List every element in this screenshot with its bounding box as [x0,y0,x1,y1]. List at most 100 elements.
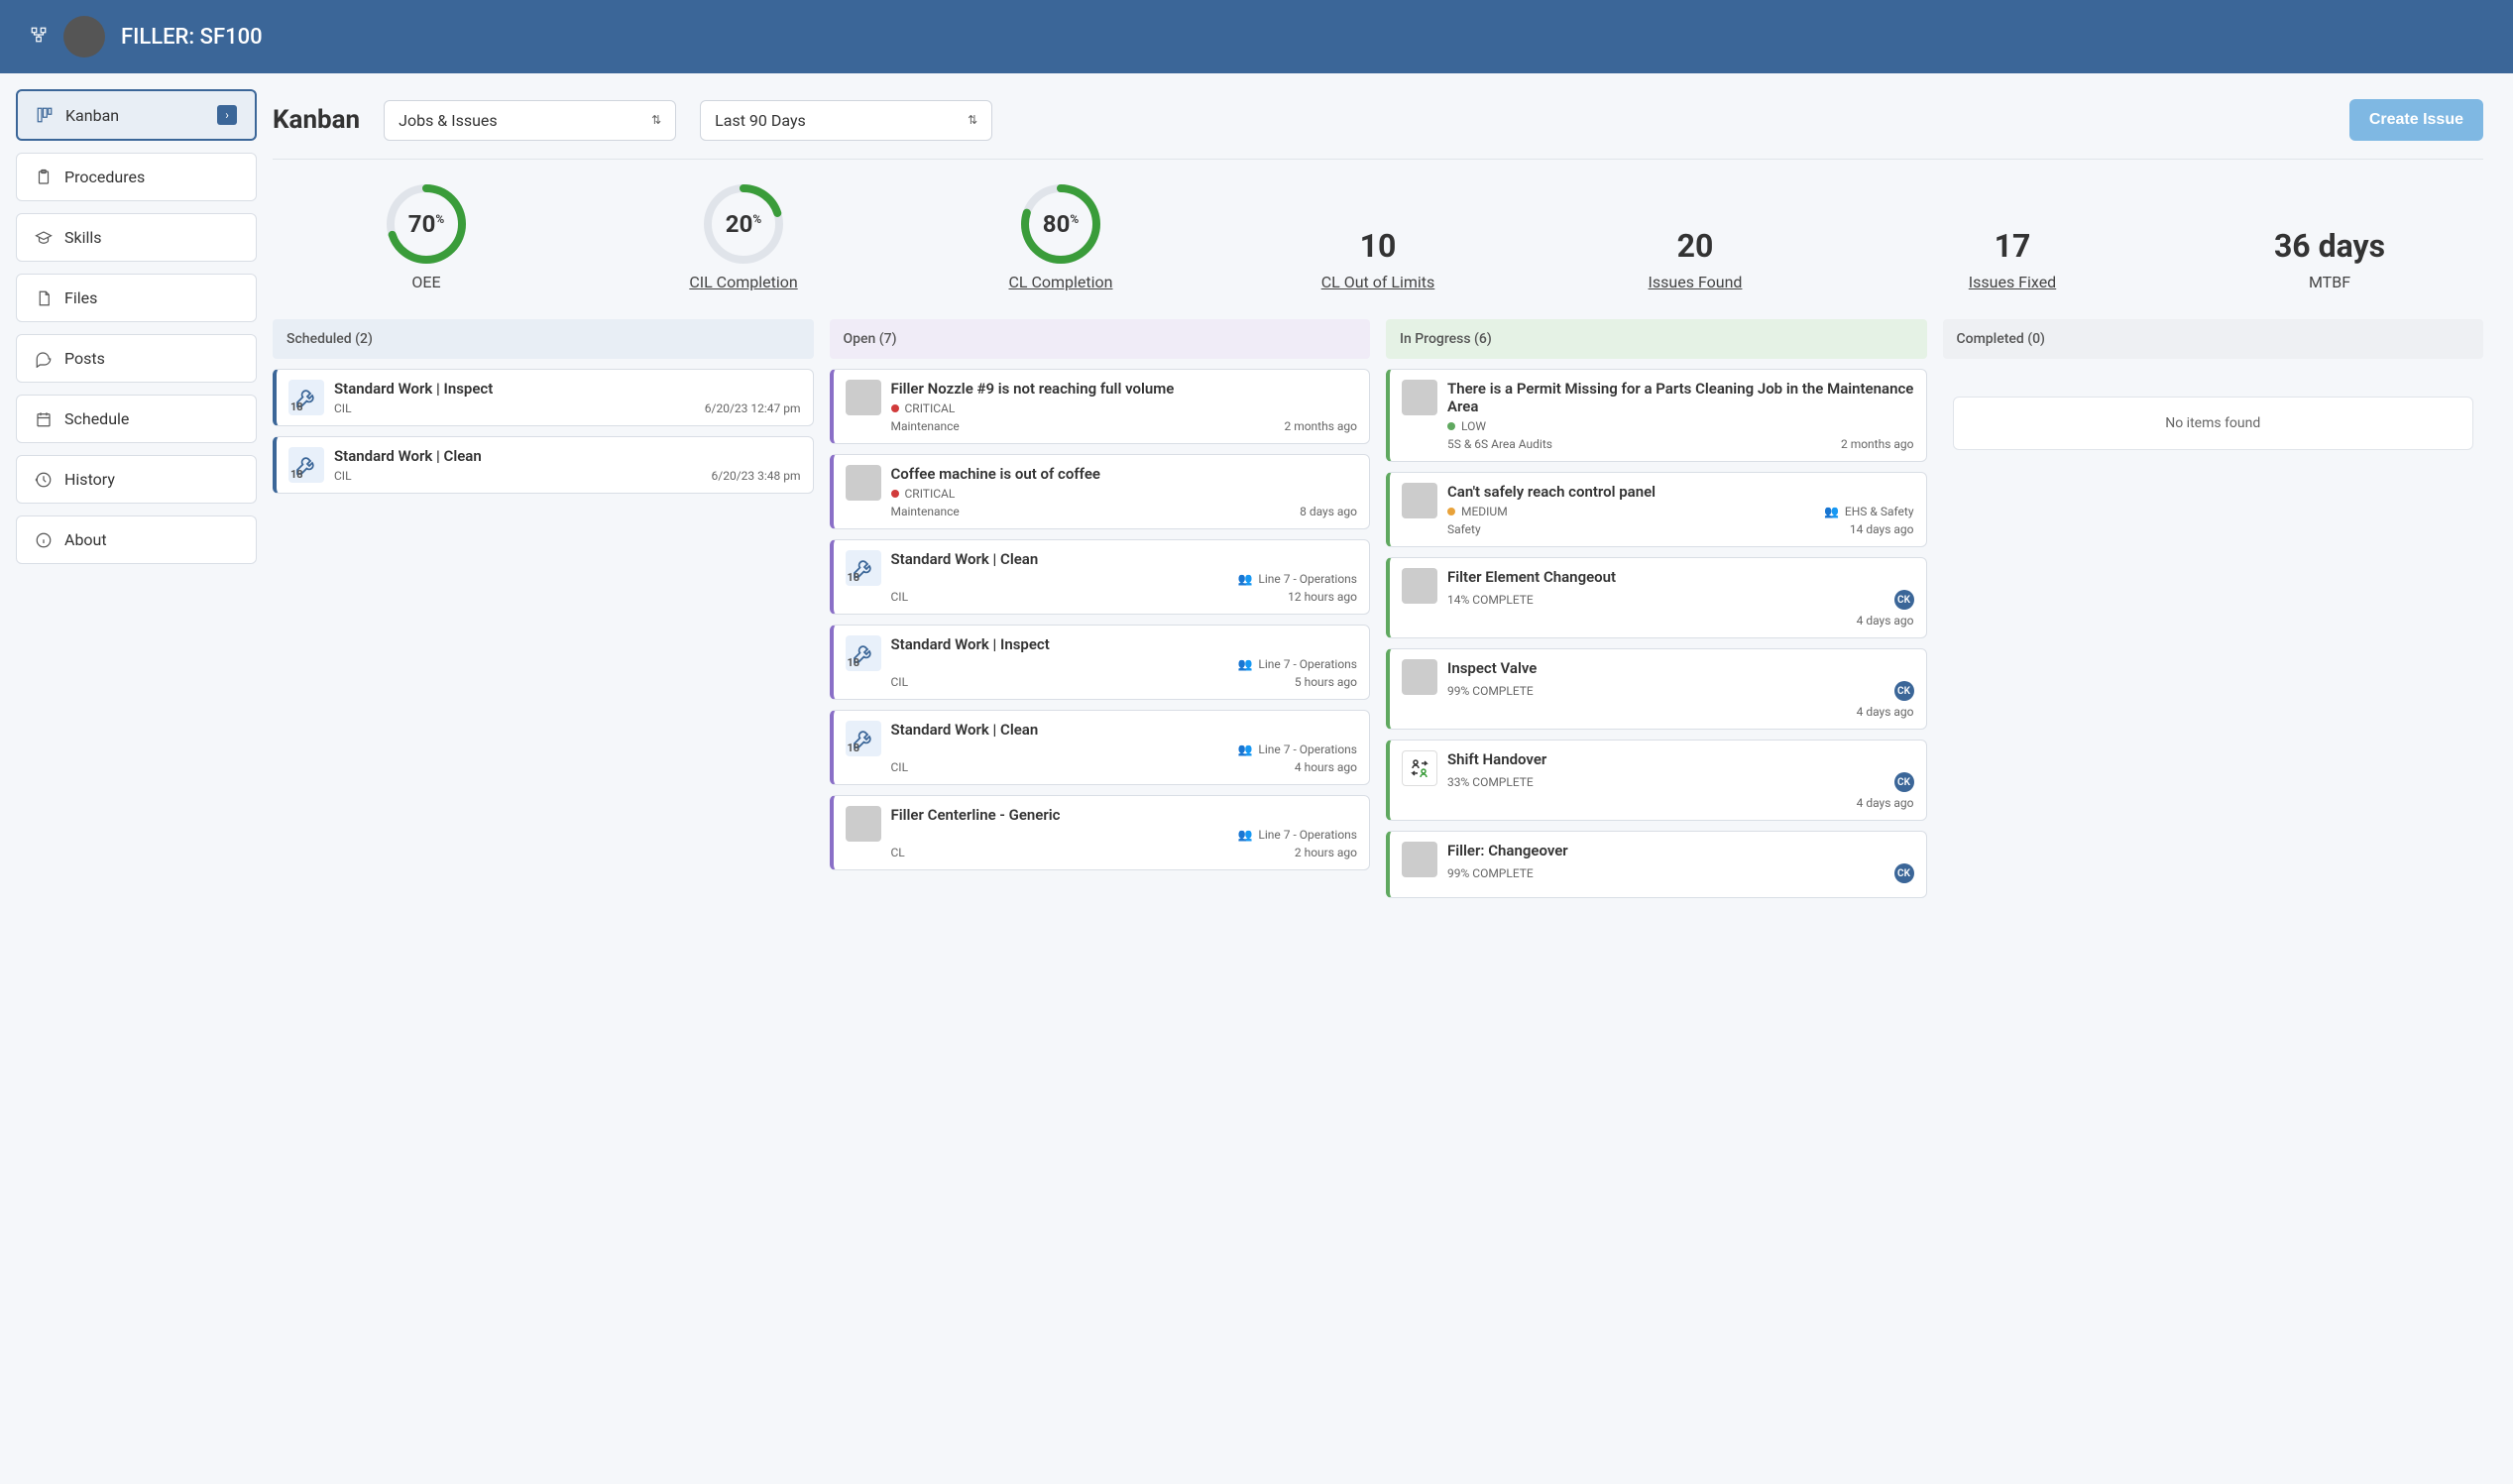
thumbnail [846,806,881,842]
card-category: CIL [891,760,909,774]
card-timestamp: 6/20/23 3:48 pm [712,469,801,483]
metric-value: 17 [1995,227,2031,265]
card-timestamp: 8 days ago [1300,505,1357,518]
sidebar-label: Posts [64,349,105,368]
kanban-column-completed: Completed (0)No items found [1943,319,2484,898]
card-category: CIL [334,401,352,415]
app-header: FILLER: SF100 [0,0,2513,73]
card-category: CIL [891,590,909,604]
progress-text: 99% COMPLETE [1447,866,1534,880]
priority-badge: CRITICAL [891,401,956,415]
kanban-board: Scheduled (2)Standard Work | InspectCIL6… [273,319,2483,898]
card-title: Inspect Valve [1447,659,1914,677]
sidebar: Kanban› Procedures Skills Files Posts Schedul… [0,73,273,914]
card-timestamp: 12 hours ago [1288,590,1357,604]
content-title: Kanban [273,105,360,135]
tree-icon[interactable] [30,26,48,49]
thumbnail [1402,568,1437,604]
card-category: Maintenance [891,419,960,433]
card-title: Standard Work | Clean [891,721,1358,739]
filter-range-value: Last 90 Days [715,111,806,130]
card-title: Standard Work | Clean [891,550,1358,568]
sidebar-item-procedures[interactable]: Procedures [16,153,257,201]
card-title: Standard Work | Clean [334,447,801,465]
priority-dot-icon [891,404,899,412]
kanban-card[interactable]: Standard Work | Inspect👥Line 7 - Operati… [830,625,1371,700]
kanban-card[interactable]: Standard Work | InspectCIL6/20/23 12:47 … [273,369,814,426]
card-title: Filler: Changeover [1447,842,1914,859]
team-icon: 👥 [1237,572,1252,586]
metric-label: MTBF [2309,273,2350,291]
sidebar-item-schedule[interactable]: Schedule [16,395,257,443]
wrench-icon [288,447,324,483]
page-title: FILLER: SF100 [121,25,263,50]
card-timestamp: 4 days ago [1857,614,1914,628]
create-issue-button[interactable]: Create Issue [2349,99,2483,141]
sidebar-item-posts[interactable]: Posts [16,334,257,383]
metric-cl-out-of-limits[interactable]: 10CL Out of Limits [1224,227,1532,291]
sidebar-label: Files [64,288,97,307]
card-title: Filler Centerline - Generic [891,806,1358,824]
metric-cil-completion[interactable]: 20%CIL Completion [590,183,897,291]
kanban-card[interactable]: Standard Work | Clean👥Line 7 - Operation… [830,539,1371,615]
column-header: In Progress (6) [1386,319,1927,359]
metric-label: Issues Found [1649,273,1743,291]
content: Kanban Jobs & Issues ⇅ Last 90 Days ⇅ Cr… [273,73,2513,914]
card-title: Shift Handover [1447,750,1914,768]
kanban-card[interactable]: Shift Handover33% COMPLETECK4 days ago [1386,740,1927,821]
kanban-card[interactable]: Filler Centerline - Generic👥Line 7 - Ope… [830,795,1371,870]
kanban-card[interactable]: Coffee machine is out of coffeeCRITICALM… [830,454,1371,529]
sidebar-item-files[interactable]: Files [16,274,257,322]
filter-type-select[interactable]: Jobs & Issues ⇅ [384,100,676,141]
chat-icon [35,350,53,368]
assignee-avatar: CK [1894,590,1914,610]
metric-issues-fixed[interactable]: 17 Issues Fixed [1859,227,2166,291]
metric-issues-found[interactable]: 20Issues Found [1542,227,1849,291]
file-icon [35,289,53,307]
kanban-column-open: Open (7)Filler Nozzle #9 is not reaching… [830,319,1371,898]
priority-badge: LOW [1447,419,1486,433]
card-timestamp: 2 months ago [1284,419,1357,433]
kanban-card[interactable]: Filler: Changeover99% COMPLETECK [1386,831,1927,898]
team-icon: 👥 [1824,505,1839,518]
kanban-card[interactable]: Can't safely reach control panelMEDIUM👥E… [1386,472,1927,547]
kanban-column-progress: In Progress (6) There is a Permit Missing… [1386,319,1927,898]
handover-icon [1402,750,1437,786]
donut-chart: 80% [1020,183,1101,265]
sidebar-item-kanban[interactable]: Kanban› [16,89,257,141]
card-timestamp: 5 hours ago [1295,675,1357,689]
thumbnail [1402,380,1437,415]
kanban-card[interactable]: Standard Work | CleanCIL6/20/23 3:48 pm [273,436,814,494]
sidebar-label: Skills [64,228,102,247]
metric-cl-completion[interactable]: 80%CL Completion [907,183,1214,291]
kanban-card[interactable]: Inspect Valve99% COMPLETECK4 days ago [1386,648,1927,730]
chevron-updown-icon: ⇅ [968,113,977,127]
wrench-icon [846,721,881,756]
metric-label: OEE [411,273,440,291]
sidebar-item-history[interactable]: History [16,455,257,504]
sidebar-item-skills[interactable]: Skills [16,213,257,262]
kanban-card[interactable]: Filler Nozzle #9 is not reaching full vo… [830,369,1371,444]
calendar-icon [35,410,53,428]
thumbnail [846,380,881,415]
thumbnail [846,465,881,501]
sidebar-item-about[interactable]: About [16,515,257,564]
priority-badge: MEDIUM [1447,505,1508,518]
kanban-card[interactable]: Standard Work | Clean👥Line 7 - Operation… [830,710,1371,785]
progress-text: 99% COMPLETE [1447,684,1534,698]
team-icon: 👥 [1237,657,1252,671]
kanban-card[interactable]: There is a Permit Missing for a Parts Cl… [1386,369,1927,462]
filter-range-select[interactable]: Last 90 Days ⇅ [700,100,992,141]
metric-value: 70% [408,210,444,238]
metric-label: CL Out of Limits [1321,273,1435,291]
priority-dot-icon [1447,422,1455,430]
asset-avatar[interactable] [63,16,105,57]
priority-dot-icon [1447,508,1455,515]
team-label: 👥EHS & Safety [1824,505,1914,518]
card-timestamp: 6/20/23 12:47 pm [705,401,801,415]
metric-label: CIL Completion [689,273,797,291]
graduation-icon [35,229,53,247]
kanban-card[interactable]: Filter Element Changeout14% COMPLETECK4 … [1386,557,1927,638]
column-header: Completed (0) [1943,319,2484,359]
metric-label: Issues Fixed [1969,273,2056,291]
